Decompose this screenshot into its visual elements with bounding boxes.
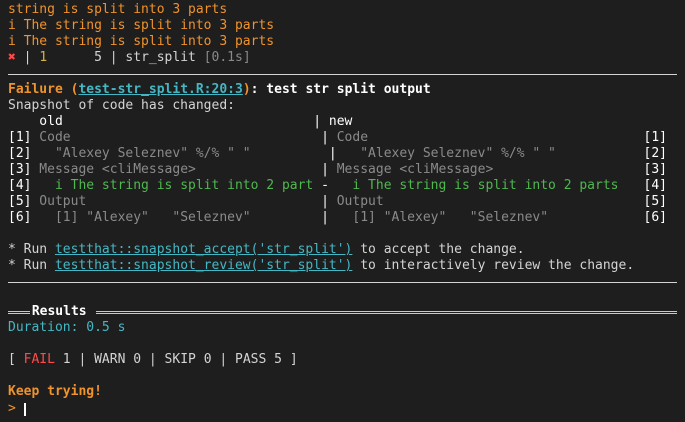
results-rule-right [96, 311, 677, 314]
message-text: Snapshot of code has changed: [8, 98, 235, 113]
paren: ( [62, 82, 79, 97]
diff-separator: | [321, 194, 329, 209]
duration-text: Duration: 0.5 s [8, 320, 126, 335]
test-status-line: ✖ | 1 5 | str_split [0.1s] [8, 50, 251, 66]
diff-left-line-number: [2] [8, 146, 32, 161]
keep-trying-line: Keep trying! [8, 384, 102, 400]
diff-row: [1] Code | Code [8, 130, 368, 146]
output-text: string is split into 3 parts [8, 2, 228, 17]
diff-row: [6] [1] "Alexey" "Seleznev" | [1] "Alexe… [8, 210, 548, 226]
diff-separator: - [321, 178, 329, 193]
diff-right-line-number: [2] [643, 146, 667, 161]
paren: ) [242, 82, 251, 97]
divider [8, 74, 677, 75]
hint-suffix: to accept the change. [352, 242, 525, 257]
fail-count: 1 [54, 352, 79, 367]
diff-separator: | [321, 162, 329, 177]
separator: | [15, 50, 40, 65]
test-file-name: str_split [125, 50, 196, 65]
prompt-line[interactable]: > [8, 401, 16, 417]
fail-cross-icon: ✖ [8, 50, 16, 65]
diff-new-text: Message <cliMessage> [328, 162, 494, 177]
pass-count: 5 [47, 50, 102, 65]
failure-message: Snapshot of code has changed: [8, 98, 235, 114]
output-line-2: i The string is split into 3 parts [8, 18, 274, 34]
hint-review: * Run testthat::snapshot_review('str_spl… [8, 258, 634, 274]
diff-old-text: "Alexey Seleznev" %/% " " [31, 146, 329, 161]
warn-count: | WARN 0 [78, 352, 149, 367]
failure-location-link[interactable]: test-str_split.R:20:3 [78, 82, 242, 97]
failure-header: Failure (test-str_split.R:20:3): test st… [8, 82, 431, 98]
hint-accept: * Run testthat::snapshot_accept('str_spl… [8, 242, 525, 258]
diff-new-text: [1] "Alexey" "Seleznev" [328, 210, 549, 225]
output-line-1: string is split into 3 parts [8, 2, 227, 18]
duration-line: Duration: 0.5 s [8, 320, 125, 336]
fail-count: 1 [39, 50, 48, 65]
diff-row: [5] Output | Output [8, 194, 384, 210]
diff-old-text: Code [31, 130, 322, 145]
snapshot-review-link[interactable]: testthat::snapshot_review('str_split') [55, 258, 352, 273]
results-title: Results [24, 304, 94, 320]
output-line-3: i The string is split into 3 parts [8, 34, 274, 50]
results-heading: Results [24, 304, 95, 319]
diff-old-text: Output [31, 194, 322, 209]
diff-left-line-number: [4] [8, 178, 32, 193]
diff-separator: | [321, 210, 329, 225]
diff-row: [3] Message <cliMessage> | Message <cliM… [8, 162, 493, 178]
pass-count: | PASS 5 [219, 352, 290, 367]
bracket: [ [8, 352, 24, 367]
diff-right-line-number: [5] [643, 194, 667, 209]
diff-right-line-number: [4] [643, 178, 667, 193]
output-text: The string is split into 3 parts [15, 18, 275, 33]
test-duration: [0.1s] [195, 50, 251, 65]
diff-new-text: Output [328, 194, 384, 209]
text-cursor[interactable] [24, 403, 26, 416]
keep-trying-message: Keep trying! [8, 384, 102, 399]
diff-right-line-number: [1] [643, 130, 667, 145]
diff-old-text: Message <cliMessage> [31, 162, 322, 177]
diff-new-text: Code [328, 130, 369, 145]
failure-title: : test str split output [250, 82, 431, 97]
diff-row: [2] "Alexey Seleznev" %/% " " | "Alexey … [8, 146, 556, 162]
diff-left-line-number: [5] [8, 194, 32, 209]
hint-prefix: * Run [8, 258, 55, 273]
diff-left-line-number: [1] [8, 130, 32, 145]
diff-new-text: "Alexey Seleznev" %/% " " [336, 146, 556, 161]
diff-old-text: i The string is split into 2 part [31, 178, 322, 193]
diff-separator: | [328, 146, 337, 161]
failure-label: Failure [8, 82, 63, 97]
skip-count: | SKIP 0 [148, 352, 220, 367]
separator: | [101, 50, 126, 65]
diff-row: [4] i The string is split into 2 part - … [8, 178, 619, 194]
hint-suffix: to interactively review the change. [352, 258, 635, 273]
results-summary: [ FAIL 1 | WARN 0 | SKIP 0 | PASS 5 ] [8, 352, 298, 368]
info-icon: i [8, 18, 16, 33]
bracket: ] [289, 352, 298, 367]
output-text: The string is split into 3 parts [15, 34, 275, 49]
divider [8, 282, 677, 283]
hint-prefix: * Run [8, 242, 55, 257]
diff-left-line-number: [6] [8, 210, 32, 225]
diff-new-text: i The string is split into 2 parts [328, 178, 619, 193]
diff-right-line-number: [3] [643, 162, 667, 177]
snapshot-accept-link[interactable]: testthat::snapshot_accept('str_split') [55, 242, 352, 257]
diff-separator: | [321, 130, 329, 145]
diff-header: old | new [8, 114, 352, 130]
fail-label: FAIL [23, 352, 55, 367]
diff-column-headers: old | new [8, 114, 353, 129]
diff-right-line-number: [6] [643, 210, 667, 225]
diff-left-line-number: [3] [8, 162, 32, 177]
info-icon: i [8, 34, 16, 49]
diff-old-text: [1] "Alexey" "Seleznev" [31, 210, 322, 225]
prompt-symbol: > [8, 401, 16, 416]
terminal-window: string is split into 3 parts i The strin… [0, 0, 685, 422]
